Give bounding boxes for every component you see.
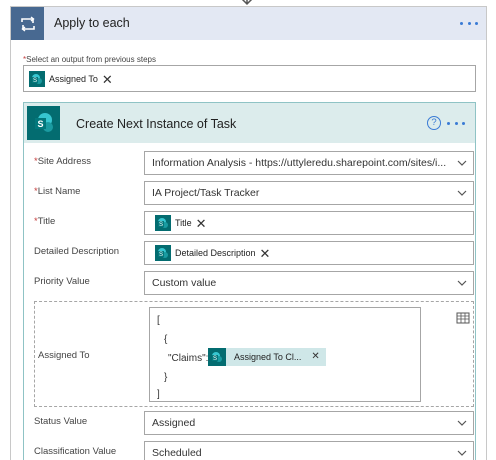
create-task-action-card: S Create Next Instance of Task ? *Site A… (23, 102, 476, 460)
select-output-input[interactable]: S Assigned To ✕ (23, 65, 476, 92)
detailed-description-token[interactable]: S Detailed Description ✕ (155, 244, 275, 262)
list-name-dropdown[interactable]: IA Project/Task Tracker (144, 181, 474, 205)
sharepoint-icon: S (29, 71, 45, 87)
chevron-down-icon (457, 420, 467, 426)
remove-token-icon[interactable]: ✕ (102, 73, 117, 86)
create-task-title: Create Next Instance of Task (76, 117, 237, 131)
sharepoint-icon: S (155, 245, 171, 261)
title-token[interactable]: S Title ✕ (155, 214, 211, 232)
assigned-to-token[interactable]: S Assigned To ✕ (29, 70, 117, 88)
sharepoint-icon: S (208, 348, 226, 366)
svg-text:S: S (159, 252, 163, 258)
svg-text:S: S (33, 78, 37, 84)
chevron-down-icon (457, 280, 467, 286)
chevron-down-icon (457, 190, 467, 196)
json-open-brace: { (164, 334, 168, 345)
status-value-label: Status Value (34, 416, 88, 427)
title-field[interactable]: S Title ✕ (144, 211, 474, 235)
site-address-label: *Site Address (34, 156, 92, 167)
detailed-description-field[interactable]: S Detailed Description ✕ (144, 241, 474, 265)
remove-token-icon[interactable]: ✕ (260, 247, 275, 260)
apply-to-each-header[interactable]: Apply to each (11, 7, 486, 40)
svg-text:S: S (159, 222, 163, 228)
remove-token-icon[interactable]: ✕ (196, 217, 211, 230)
assigned-to-label: Assigned To (38, 350, 90, 361)
assigned-to-array-container: Assigned To [ { "Claims": S Assigned To … (34, 301, 474, 407)
remove-token-icon[interactable]: ✕ (311, 352, 325, 362)
svg-text:S: S (213, 356, 217, 362)
status-value-dropdown[interactable]: Assigned (144, 411, 474, 435)
title-label: *Title (34, 216, 56, 227)
table-view-icon[interactable] (456, 312, 470, 324)
chevron-down-icon (457, 160, 467, 166)
sharepoint-icon: S (155, 215, 171, 231)
json-open-bracket: [ (157, 315, 160, 326)
priority-value-label: Priority Value (34, 276, 90, 287)
chevron-down-icon (457, 450, 467, 456)
more-options-icon[interactable] (445, 115, 467, 131)
assigned-to-claims-token[interactable]: S Assigned To Cl... ✕ (208, 348, 326, 366)
loop-icon (11, 7, 44, 40)
sharepoint-icon: S (27, 106, 60, 140)
more-options-icon[interactable] (458, 15, 480, 31)
json-close-brace: } (164, 372, 168, 383)
classification-value-dropdown[interactable]: Scheduled (144, 441, 474, 460)
json-claims-key: "Claims": (168, 353, 209, 364)
svg-text:S: S (37, 119, 43, 129)
json-close-bracket: ] (157, 389, 160, 400)
help-icon[interactable]: ? (427, 116, 441, 130)
detailed-description-label: Detailed Description (34, 246, 120, 257)
list-name-label: *List Name (34, 186, 81, 197)
priority-value-dropdown[interactable]: Custom value (144, 271, 474, 295)
apply-to-each-title: Apply to each (54, 16, 130, 30)
assigned-to-json-editor[interactable]: [ { "Claims": S Assigned To Cl... ✕ } ] (149, 307, 421, 402)
classification-value-label: Classification Value (34, 446, 117, 457)
select-output-label: *Select an output from previous steps (23, 55, 156, 64)
site-address-dropdown[interactable]: Information Analysis - https://uttylered… (144, 151, 474, 175)
create-task-header[interactable]: S Create Next Instance of Task ? (24, 103, 475, 143)
apply-to-each-card: Apply to each *Select an output from pre… (10, 6, 487, 460)
